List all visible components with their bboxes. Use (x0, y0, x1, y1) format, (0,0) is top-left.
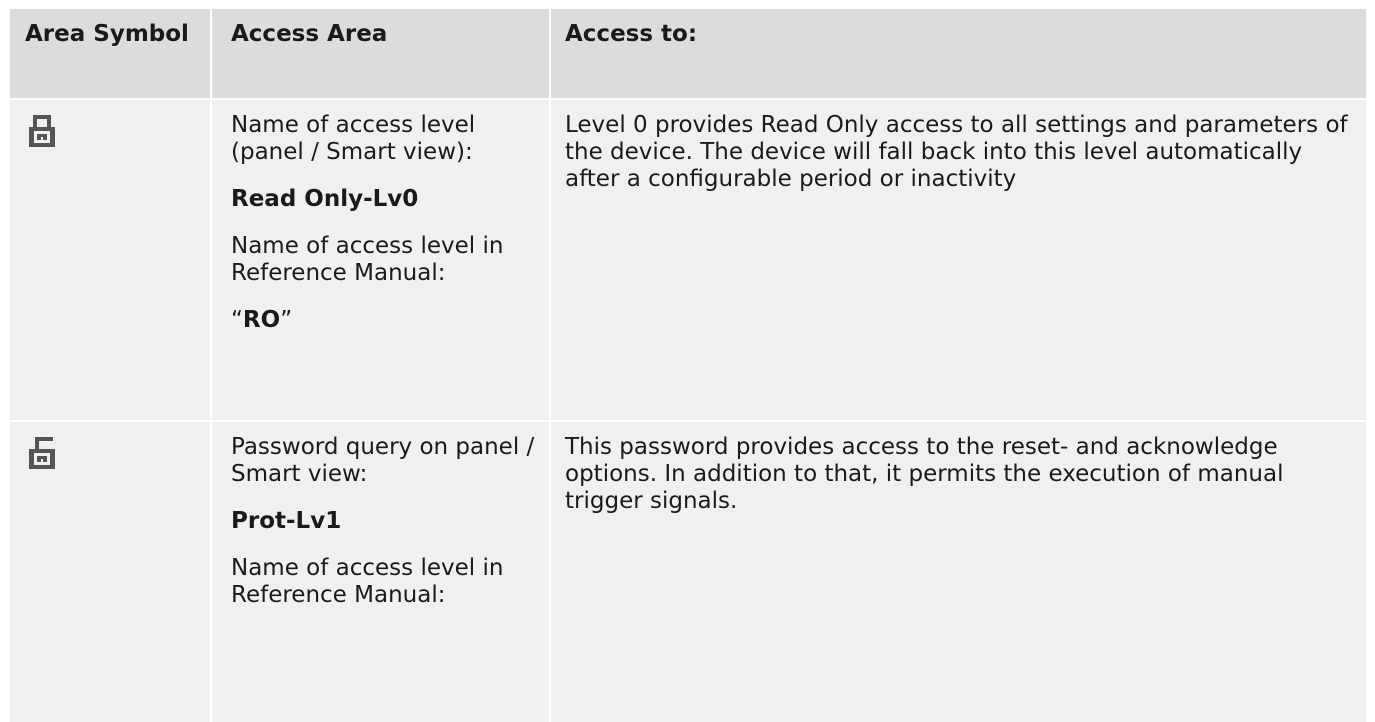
area-symbol-cell (10, 100, 210, 420)
reference-manual-label: Name of access level in Reference Manual… (231, 555, 504, 608)
access-to-cell: This password provides access to the res… (551, 422, 1366, 722)
access-level-name-value: Read Only-Lv0 (231, 186, 419, 212)
lock-closed-icon (29, 115, 55, 147)
access-level-name-label: Name of access level (panel / Smart view… (231, 112, 476, 165)
access-description: Level 0 provides Read Only access to all… (565, 112, 1348, 192)
area-symbol-cell (10, 422, 210, 722)
access-level-name-label: Password query on panel / Smart view: (231, 434, 535, 487)
access-levels-table: Area Symbol Access Area Access to: Name … (10, 9, 1366, 722)
access-description: This password provides access to the res… (565, 434, 1284, 514)
reference-manual-label: Name of access level in Reference Manual… (231, 233, 504, 286)
header-area-symbol: Area Symbol (10, 9, 210, 98)
access-to-cell: Level 0 provides Read Only access to all… (551, 100, 1366, 420)
access-area-cell: Name of access level (panel / Smart view… (212, 100, 549, 420)
lock-open-icon (29, 437, 55, 469)
access-level-name-value: Prot-Lv1 (231, 508, 342, 534)
header-access-to: Access to: (551, 9, 1366, 98)
reference-manual-value: “RO” (231, 307, 293, 333)
access-area-cell: Password query on panel / Smart view: Pr… (212, 422, 549, 722)
header-access-area: Access Area (212, 9, 549, 98)
